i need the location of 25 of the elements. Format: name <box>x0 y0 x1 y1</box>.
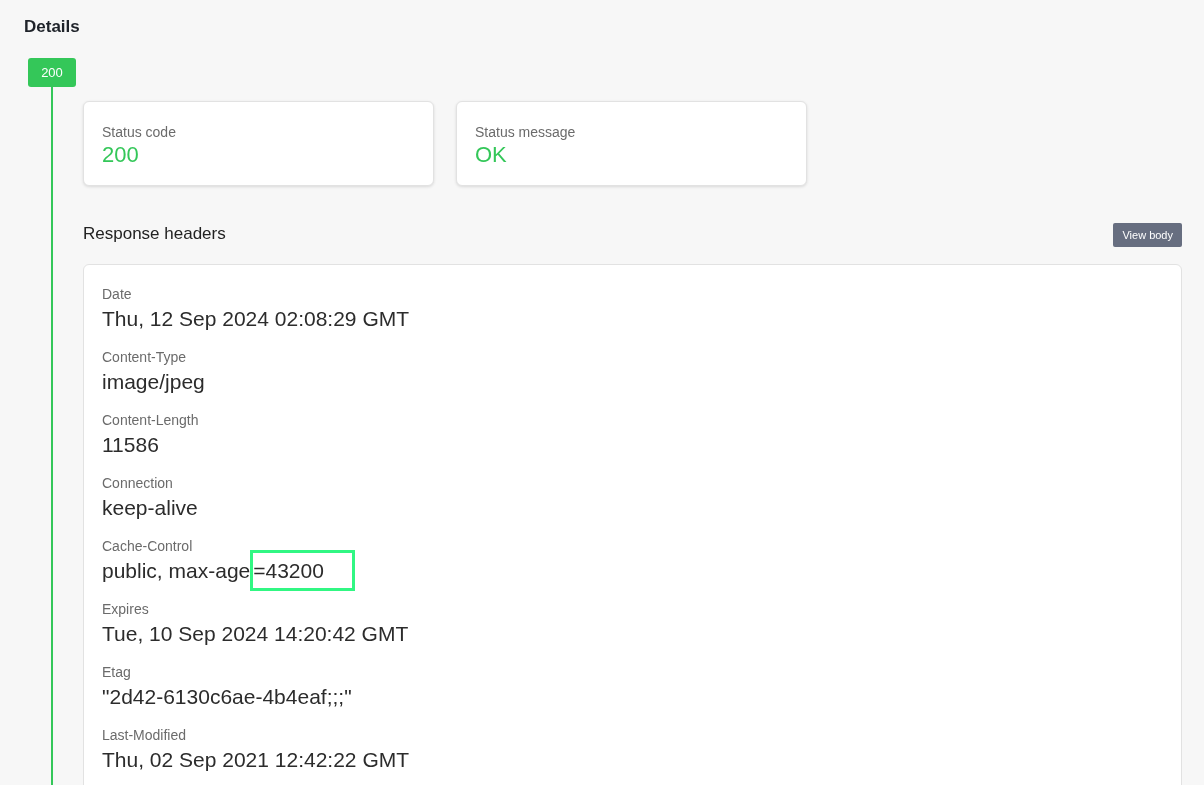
card-value: OK <box>475 141 507 169</box>
header-value: "2d42-6130c6ae-4b4eaf;;;" <box>102 685 352 708</box>
header-name: Connection <box>102 474 173 492</box>
status-badge: 200 <box>28 58 76 87</box>
header-value: 11586 <box>102 433 159 456</box>
section-title: Details <box>24 16 80 38</box>
highlighted-value: =43200 <box>250 550 355 591</box>
header-name: Date <box>102 285 132 303</box>
header-name: Etag <box>102 663 131 681</box>
header-value: Thu, 02 Sep 2021 12:42:22 GMT <box>102 748 410 771</box>
header-name: Cache-Control <box>102 537 193 555</box>
header-name: Content-Length <box>102 411 199 429</box>
view-body-button[interactable]: View body <box>1113 223 1182 247</box>
header-value: Thu, 12 Sep 2024 02:08:29 GMT <box>102 307 410 330</box>
card-value: 200 <box>102 141 139 169</box>
header-value: image/jpeg <box>102 370 205 393</box>
header-value: keep-alive <box>102 496 198 519</box>
card-label: Status message <box>475 123 576 141</box>
section-heading: Response headers <box>83 223 226 245</box>
header-name: Content-Type <box>102 348 187 366</box>
header-value: public, max-age <box>102 559 251 582</box>
header-name: Last-Modified <box>102 726 187 744</box>
card-label: Status code <box>102 123 176 141</box>
header-value: Tue, 10 Sep 2024 14:20:42 GMT <box>102 622 409 645</box>
header-name: Expires <box>102 600 149 618</box>
